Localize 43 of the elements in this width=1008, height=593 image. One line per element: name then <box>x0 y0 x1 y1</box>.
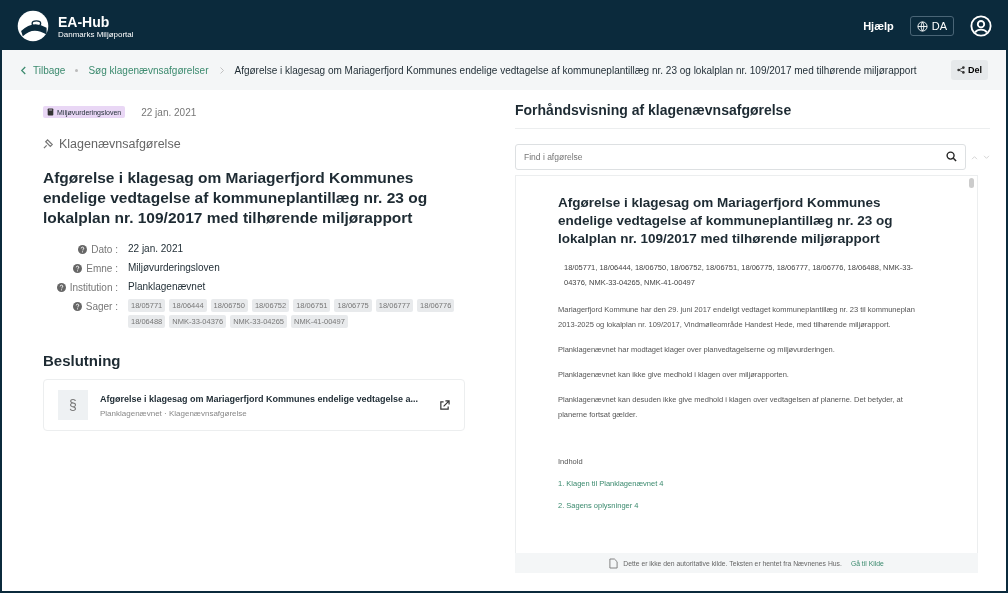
language-button[interactable]: DA <box>909 16 954 36</box>
paragraph-symbol: § <box>58 390 88 420</box>
logo-icon <box>16 9 50 43</box>
help-link[interactable]: Hjælp <box>863 20 894 32</box>
help-icon[interactable] <box>73 263 83 273</box>
brand-subtitle: Danmarks Miljøportal <box>58 29 134 39</box>
globe-icon <box>916 20 928 32</box>
brand-name: EA-Hub <box>58 13 111 30</box>
book-icon <box>47 108 54 116</box>
external-link-icon[interactable] <box>439 399 450 411</box>
document-type: Klagenævnsafgørelse <box>59 137 181 151</box>
decision-meta: Planklagenævnet · Klagenævnsafgørelse <box>100 408 248 418</box>
help-icon[interactable] <box>72 301 82 311</box>
field-label: Sager : <box>85 300 118 312</box>
help-icon[interactable] <box>78 244 88 254</box>
decision-title: Afgørelse i klagesag om Mariagerfjord Kommunes endelige vedtagelse a... <box>100 392 420 406</box>
preview-title: Afgørelse i klagesag om Mariagerfjord Kommunes endelige vedtagelse af kommuneplantillæg nr. 23 og lokalplan nr. 109/2017 med tilhørende miljørapport <box>558 194 894 248</box>
field-label: Emne : <box>86 262 118 274</box>
field-value: Planklagenævnet <box>128 280 207 294</box>
help-icon[interactable] <box>56 282 66 292</box>
chevron-right-icon <box>218 65 225 75</box>
back-link[interactable]: Tilbage <box>20 64 66 76</box>
separator-dot <box>75 68 79 72</box>
scrollbar[interactable] <box>969 178 974 188</box>
field-value: Miljøvurderingsloven <box>128 261 221 275</box>
preview-heading: Forhåndsvisning af klagenævnsafgørelse <box>515 102 990 129</box>
breadcrumb-link[interactable]: Søg klagenævnsafgørelser <box>88 64 209 76</box>
field-label: Dato : <box>91 243 118 255</box>
chevron-left-icon <box>20 65 27 75</box>
date-text: 22 jan. 2021 <box>141 106 197 118</box>
breadcrumb-current: Afgørelse i klagesag om Mariagerfjord Kommunes endelige vedtagelse af kommuneplantillæg nr. 23 og lokalplan nr. 109/2017 med tilhørende miljørapport <box>234 64 917 76</box>
search-icon[interactable] <box>946 151 957 162</box>
user-icon[interactable] <box>970 15 992 37</box>
section-heading: Beslutning <box>43 352 122 369</box>
gavel-icon <box>43 138 54 150</box>
field-value: 22 jan. 2021 <box>128 242 185 256</box>
search-field[interactable]: Find i afgørelse <box>515 144 966 170</box>
decision-card[interactable]: § Afgørelse i klagesag om Mariagerfjord Kommunes endelige vedtagelse a... Planklagenævnet · Klagenævnsafgørelse <box>43 379 465 431</box>
document-title: Afgørelse i klagesag om Mariagerfjord Kommunes endelige vedtagelse af kommuneplantillæg nr. 23 og lokalplan nr. 109/2017 med tilhørende miljørapport <box>43 168 429 228</box>
document-icon <box>609 557 619 569</box>
field-label: Institution : <box>69 281 118 293</box>
share-button[interactable]: Del <box>951 60 988 80</box>
share-icon <box>957 66 965 74</box>
